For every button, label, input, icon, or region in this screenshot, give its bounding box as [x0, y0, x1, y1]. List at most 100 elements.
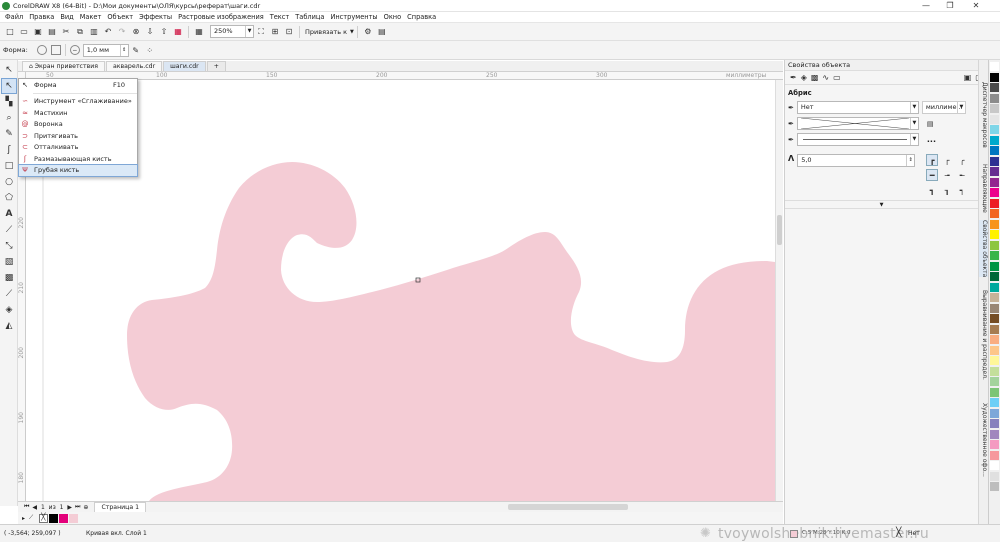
- add-tab-button[interactable]: +: [206, 61, 226, 71]
- horizontal-scroll-thumb[interactable]: [508, 504, 628, 510]
- menu-tools[interactable]: Инструменты: [327, 12, 380, 22]
- color-swatch[interactable]: [990, 72, 999, 82]
- new-document-icon[interactable]: □: [4, 26, 16, 38]
- color-swatch[interactable]: [990, 345, 999, 355]
- vertical-scrollbar[interactable]: [775, 80, 783, 501]
- crop-tool-icon[interactable]: ▚: [1, 94, 17, 110]
- flyout-item-repel[interactable]: ⊂ Отталкивать: [19, 142, 137, 154]
- menu-view[interactable]: Вид: [57, 12, 76, 22]
- color-swatch[interactable]: [69, 513, 79, 523]
- extended-cap-icon[interactable]: ╾: [956, 169, 968, 181]
- round-cap-icon[interactable]: ╼: [941, 169, 953, 181]
- color-swatch[interactable]: [990, 146, 999, 155]
- color-swatch[interactable]: [990, 219, 999, 229]
- color-swatch[interactable]: [990, 230, 999, 239]
- smart-fill-tool-icon[interactable]: ◭: [1, 318, 17, 334]
- maximize-button[interactable]: ❐: [942, 0, 958, 11]
- color-swatch[interactable]: [59, 513, 69, 523]
- flyout-item-smooth[interactable]: ∽ Инструмент «Сглаживание»: [19, 96, 137, 108]
- next-page-icon[interactable]: ▶: [67, 504, 72, 511]
- color-swatch[interactable]: [990, 461, 999, 470]
- color-swatch[interactable]: [990, 62, 999, 71]
- prev-page-icon[interactable]: ◀: [32, 504, 37, 511]
- color-swatch[interactable]: [990, 398, 999, 407]
- menu-object[interactable]: Объект: [104, 12, 136, 22]
- color-swatch[interactable]: [990, 167, 999, 176]
- close-button[interactable]: ✕: [968, 0, 984, 11]
- minimize-button[interactable]: —: [918, 0, 934, 11]
- curve-icon[interactable]: ∿: [821, 72, 830, 84]
- drawing-canvas[interactable]: [27, 80, 775, 501]
- outline-pen-icon[interactable]: ✒: [789, 72, 798, 84]
- color-swatch[interactable]: [990, 314, 999, 323]
- color-swatch[interactable]: [990, 251, 999, 260]
- color-swatch[interactable]: [990, 366, 999, 376]
- summary-icon[interactable]: ▭: [832, 72, 842, 84]
- color-swatch[interactable]: [990, 335, 999, 344]
- color-swatch[interactable]: [990, 324, 999, 334]
- miter-corner-icon[interactable]: ┏: [926, 154, 939, 166]
- zoom-tool-icon[interactable]: ⌕: [1, 110, 17, 126]
- outline-color-combo[interactable]: ▼: [796, 117, 919, 130]
- edit-color-icon[interactable]: ▤: [927, 120, 934, 128]
- color-swatch[interactable]: [990, 282, 999, 292]
- menu-file[interactable]: Файл: [2, 12, 26, 22]
- color-swatch[interactable]: [990, 429, 999, 439]
- freehand-tool-icon[interactable]: ✎: [1, 126, 17, 142]
- color-swatch[interactable]: [990, 482, 999, 491]
- tab-welcome-screen[interactable]: ⌂ Экран приветствия: [22, 61, 105, 71]
- export-icon[interactable]: ⇧: [158, 26, 170, 38]
- eyedropper-icon[interactable]: ⟋: [29, 514, 33, 522]
- color-swatch[interactable]: [990, 450, 999, 460]
- menu-window[interactable]: Окно: [381, 12, 405, 22]
- full-screen-icon[interactable]: ⛶: [255, 26, 267, 38]
- menu-layout[interactable]: Макет: [77, 12, 105, 22]
- color-swatch[interactable]: [990, 177, 999, 187]
- color-swatch[interactable]: [990, 387, 999, 397]
- menu-bitmaps[interactable]: Растровые изображения: [175, 12, 267, 22]
- fill-bucket-icon[interactable]: ◈: [800, 72, 808, 84]
- color-swatch[interactable]: [49, 513, 59, 523]
- color-swatch[interactable]: [990, 419, 999, 428]
- color-swatch[interactable]: [990, 114, 999, 124]
- color-swatch[interactable]: [990, 471, 999, 481]
- shape-tool-icon[interactable]: ↖: [1, 78, 17, 94]
- undo-icon[interactable]: ↶: [102, 26, 114, 38]
- copy-icon[interactable]: ⧉: [74, 26, 86, 38]
- color-swatch[interactable]: [990, 293, 999, 302]
- outline-width-combo[interactable]: Нет ▼: [796, 101, 919, 114]
- scroll-thumb[interactable]: [777, 215, 782, 245]
- open-icon[interactable]: ▭: [18, 26, 30, 38]
- color-swatch[interactable]: [990, 272, 999, 281]
- palette-options-icon[interactable]: ▸: [22, 515, 25, 522]
- page-tab-1[interactable]: Страница 1: [94, 502, 147, 512]
- color-swatch[interactable]: [990, 303, 999, 313]
- menu-table[interactable]: Таблица: [292, 12, 327, 22]
- square-nib-icon[interactable]: [50, 45, 61, 55]
- launch-icon[interactable]: ▤: [376, 26, 388, 38]
- cut-icon[interactable]: ✂: [60, 26, 72, 38]
- paste-icon[interactable]: ▥: [88, 26, 100, 38]
- color-swatch[interactable]: [990, 377, 999, 386]
- eyedropper-tool-icon[interactable]: ⟋: [1, 286, 17, 302]
- more-options-button[interactable]: ...: [927, 135, 936, 144]
- color-swatch[interactable]: [990, 83, 999, 92]
- flyout-item-twirl[interactable]: @ Воронка: [19, 119, 137, 131]
- outside-position-icon[interactable]: ┓: [926, 184, 938, 196]
- miter-limit-input[interactable]: 5,0 ⇕: [797, 154, 916, 167]
- horizontal-ruler[interactable]: миллиметры 50 100 150 200 250 300: [26, 72, 783, 80]
- transparency-tool-icon[interactable]: ▩: [1, 270, 17, 286]
- import-icon[interactable]: ⇩: [144, 26, 156, 38]
- outline-units-combo[interactable]: миллиме... ▼: [921, 101, 966, 114]
- polygon-tool-icon[interactable]: ⬠: [1, 190, 17, 206]
- show-grid-icon[interactable]: ⊡: [283, 26, 295, 38]
- connector-tool-icon[interactable]: ⤡: [1, 238, 17, 254]
- redo-icon[interactable]: ↷: [116, 26, 128, 38]
- round-corner-icon[interactable]: ┌: [941, 154, 953, 166]
- interactive-fill-tool-icon[interactable]: ◈: [1, 302, 17, 318]
- color-swatch[interactable]: [990, 440, 999, 449]
- color-swatch[interactable]: [990, 125, 999, 134]
- flyout-item-roughen-brush[interactable]: Ψ Грубая кисть: [18, 163, 138, 177]
- fill-color-indicator[interactable]: [790, 530, 798, 538]
- flyout-item-shape[interactable]: ↖ Форма F10: [19, 79, 137, 91]
